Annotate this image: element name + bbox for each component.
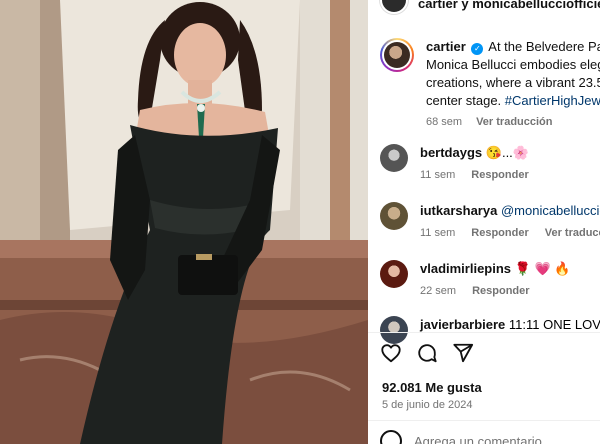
verified-badge-icon: ✓: [471, 43, 484, 55]
comment-username[interactable]: javierbarbiere: [420, 317, 505, 332]
post-header: cartier y monicabellucciofficiel: [380, 0, 600, 14]
caption-username[interactable]: cartier: [426, 39, 466, 54]
see-translation-link[interactable]: Ver traducción: [476, 116, 552, 128]
commenter-avatar[interactable]: [380, 202, 408, 230]
comment-item: iutkarsharya @monicabelluccio 11 sem Res…: [380, 202, 600, 239]
comment-icon[interactable]: [416, 342, 438, 364]
reply-button[interactable]: Responder: [471, 169, 528, 181]
caption-line: center stage.: [426, 93, 505, 108]
comment-meta: 11 sem Responder: [420, 169, 529, 181]
see-translation-link[interactable]: Ver traducción: [545, 227, 600, 239]
actions-divider: [368, 332, 600, 333]
comment-text: 11:11 ONE LOVE ♪: [508, 317, 600, 332]
post-actions: [380, 342, 474, 364]
comment-body: vladimirliepins 🌹 💗 🔥: [420, 260, 570, 277]
comment-body: bertdaygs 😘...🌸: [420, 144, 529, 161]
post-authors[interactable]: cartier y monicabellucciofficiel: [418, 0, 600, 11]
photo-illustration: [0, 0, 368, 444]
add-comment-bar[interactable]: Agrega un comentario...: [380, 430, 553, 444]
add-comment-input[interactable]: Agrega un comentario...: [414, 434, 553, 444]
cartier-avatar[interactable]: [380, 38, 414, 72]
collab-avatar[interactable]: [380, 0, 408, 14]
comment-item: vladimirliepins 🌹 💗 🔥 22 sem Responder: [380, 260, 600, 297]
commenter-avatar[interactable]: [380, 316, 408, 344]
comment-item: javierbarbiere 11:11 ONE LOVE ♪: [380, 316, 600, 344]
reply-button[interactable]: Responder: [472, 285, 529, 297]
caption: cartier ✓ At the Belvedere Palace Monica…: [380, 38, 600, 128]
caption-time[interactable]: 68 sem: [426, 116, 462, 128]
like-count[interactable]: 92.081 Me gusta: [382, 380, 482, 395]
caption-line: At the Belvedere Palace: [488, 39, 600, 54]
comment-meta: 22 sem Responder: [420, 285, 570, 297]
heart-icon[interactable]: [380, 342, 402, 364]
comment-text: 😘...🌸: [485, 145, 529, 160]
comment-divider: [368, 420, 600, 421]
caption-hashtag[interactable]: #CartierHighJewelr: [505, 93, 600, 108]
caption-line: Monica Bellucci embodies elega: [426, 57, 600, 72]
caption-meta: 68 sem Ver traducción: [426, 116, 600, 128]
comment-body: iutkarsharya @monicabelluccio: [420, 202, 600, 219]
post-date: 5 de junio de 2024: [382, 399, 473, 411]
comment-time[interactable]: 22 sem: [420, 285, 456, 297]
comment-username[interactable]: vladimirliepins: [420, 261, 511, 276]
comment-username[interactable]: bertdaygs: [420, 145, 482, 160]
emoji-icon[interactable]: [380, 430, 402, 444]
comment-time[interactable]: 11 sem: [420, 169, 455, 181]
comment-text: 🌹 💗 🔥: [514, 261, 571, 276]
comment-username[interactable]: iutkarsharya: [420, 203, 497, 218]
post-photo[interactable]: [0, 0, 368, 444]
comment-item: bertdaygs 😘...🌸 11 sem Responder: [380, 144, 600, 181]
commenter-avatar[interactable]: [380, 144, 408, 172]
post-details-panel: cartier y monicabellucciofficiel cartier…: [368, 0, 600, 444]
caption-text: cartier ✓ At the Belvedere Palace Monica…: [426, 38, 600, 110]
comment-mention[interactable]: @monicabelluccio: [501, 203, 600, 218]
commenter-avatar[interactable]: [380, 260, 408, 288]
share-icon[interactable]: [452, 342, 474, 364]
comment-body: javierbarbiere 11:11 ONE LOVE ♪: [420, 316, 600, 333]
reply-button[interactable]: Responder: [471, 227, 528, 239]
comment-meta: 11 sem Responder Ver traducción: [420, 227, 600, 239]
comment-time[interactable]: 11 sem: [420, 227, 455, 239]
caption-line: creations, where a vibrant 23.55: [426, 75, 600, 90]
